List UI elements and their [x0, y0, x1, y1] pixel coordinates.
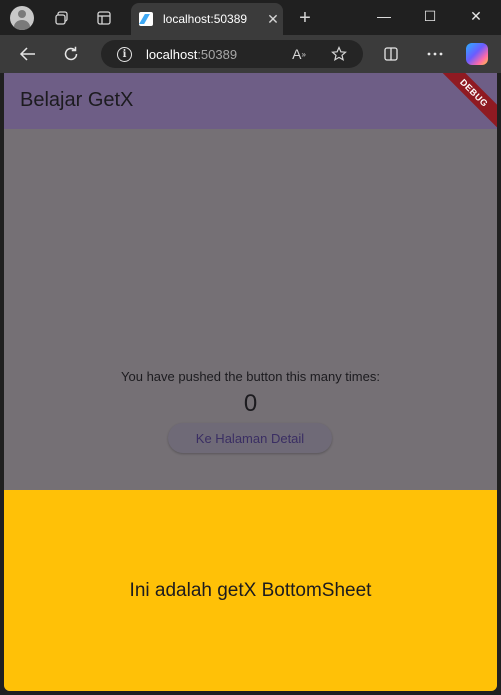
browser-toolbar: i localhost:50389 A» — [0, 35, 501, 73]
address-bar[interactable]: i localhost:50389 A» — [101, 40, 363, 68]
copilot-icon[interactable] — [466, 43, 488, 65]
url-port: :50389 — [197, 46, 238, 62]
more-options-icon[interactable] — [421, 41, 449, 67]
back-arrow-icon[interactable] — [14, 41, 42, 67]
site-info-icon[interactable]: i — [117, 46, 132, 62]
flutter-favicon-icon — [139, 12, 153, 26]
active-tab[interactable]: localhost:50389 ✕ — [131, 3, 283, 35]
tab-close-icon[interactable]: ✕ — [263, 11, 283, 28]
detail-page-button[interactable]: Ke Halaman Detail — [168, 423, 332, 453]
new-tab-button[interactable]: + — [292, 5, 318, 31]
maximize-button[interactable]: ☐ — [407, 0, 453, 32]
close-window-button[interactable]: ✕ — [453, 0, 499, 32]
app-bar: Belajar GetX — [4, 73, 497, 129]
favorite-star-icon[interactable] — [327, 42, 351, 66]
avatar-head-shape — [18, 10, 26, 18]
avatar-body-shape — [14, 20, 30, 30]
minimize-button[interactable]: — — [361, 0, 407, 32]
read-aloud-icon[interactable]: A» — [287, 42, 311, 66]
counter-label: You have pushed the button this many tim… — [121, 369, 380, 384]
app-viewport: Belajar GetX DEBUG You have pushed the b… — [4, 73, 497, 691]
profile-avatar[interactable] — [10, 6, 34, 30]
tab-actions-icon[interactable] — [91, 5, 117, 31]
split-screen-icon[interactable] — [377, 41, 405, 67]
tab-title: localhost:50389 — [163, 12, 248, 26]
bottom-sheet-text: Ini adalah getX BottomSheet — [129, 579, 372, 601]
counter-value: 0 — [243, 390, 258, 417]
url-host: localhost — [146, 46, 198, 62]
refresh-icon[interactable] — [57, 41, 85, 67]
bottom-sheet[interactable]: Ini adalah getX BottomSheet — [4, 490, 497, 691]
workspaces-icon[interactable] — [49, 5, 75, 31]
page-title: Belajar GetX — [20, 89, 134, 111]
browser-tab-bar: localhost:50389 ✕ + — ☐ ✕ — [0, 0, 501, 35]
